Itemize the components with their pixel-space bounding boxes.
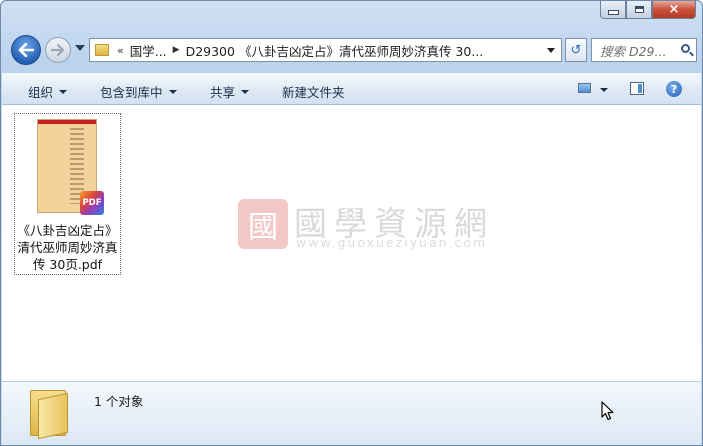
- chevron-down-icon: [241, 89, 250, 94]
- new-folder-button[interactable]: 新建文件夹: [282, 82, 345, 101]
- watermark-url: www.guoxueziyuan.com: [296, 235, 488, 250]
- forward-button[interactable]: [45, 37, 71, 63]
- thumbnail-header-band: [38, 120, 96, 124]
- pdf-icon: PDF: [80, 191, 104, 215]
- minimize-icon: [607, 10, 619, 15]
- address-dropdown[interactable]: [547, 48, 555, 53]
- view-options-dropdown[interactable]: [600, 88, 608, 92]
- organize-label: 组织: [28, 85, 54, 100]
- item-count: 1 个对象: [94, 394, 144, 409]
- details-pane: 1 个对象: [2, 381, 701, 445]
- refresh-icon: ↺: [570, 42, 582, 58]
- back-arrow-icon: [18, 43, 34, 57]
- breadcrumb-item-current[interactable]: D29300 《八卦吉凶定占》清代巫师周妙济真传 30...: [186, 41, 484, 60]
- forward-arrow-icon: [51, 44, 65, 56]
- preview-pane-icon[interactable]: [630, 82, 644, 95]
- file-name[interactable]: 《八卦吉凶定占》清代巫师周妙济真传 30页.pdf: [15, 222, 120, 273]
- breadcrumb-item-guoxue[interactable]: 国学...: [130, 41, 167, 60]
- watermark-seal-icon: 國: [238, 199, 288, 249]
- minimize-button[interactable]: [600, 1, 626, 19]
- search-input[interactable]: 搜索 D29...: [591, 38, 697, 62]
- breadcrumb-separator-icon[interactable]: ▶: [173, 45, 180, 55]
- maximize-icon: [634, 6, 644, 13]
- close-button[interactable]: ×: [652, 1, 696, 19]
- close-icon: ×: [668, 2, 680, 17]
- organize-menu[interactable]: 组织: [28, 82, 68, 101]
- recent-pages-dropdown[interactable]: [75, 45, 85, 51]
- view-icon[interactable]: [578, 83, 591, 93]
- include-library-label: 包含到库中: [100, 85, 163, 100]
- file-item-pdf[interactable]: PDF 《八卦吉凶定占》清代巫师周妙济真传 30页.pdf: [14, 113, 121, 275]
- breadcrumb-overflow[interactable]: «: [117, 44, 124, 57]
- new-folder-label: 新建文件夹: [282, 85, 345, 100]
- include-library-menu[interactable]: 包含到库中: [100, 82, 177, 101]
- caption-buttons: ×: [600, 1, 696, 19]
- command-bar: 组织 包含到库中 共享 新建文件夹 ?: [2, 73, 701, 105]
- back-button[interactable]: [11, 35, 41, 65]
- file-list-area[interactable]: PDF 《八卦吉凶定占》清代巫师周妙济真传 30页.pdf 國 國學資源網 ww…: [2, 105, 701, 381]
- refresh-button[interactable]: ↺: [565, 38, 587, 62]
- share-label: 共享: [210, 85, 236, 100]
- share-menu[interactable]: 共享: [210, 82, 250, 101]
- maximize-button[interactable]: [626, 1, 652, 19]
- folder-icon: [30, 390, 68, 440]
- explorer-window: × « 国学... ▶ D29300 《八卦吉凶定占》清代巫师周妙济真传 30.…: [0, 0, 703, 446]
- pdf-badge-label: PDF: [82, 198, 102, 208]
- help-icon: ?: [670, 82, 678, 96]
- search-placeholder: 搜索 D29...: [600, 43, 667, 59]
- navigation-bar: « 国学... ▶ D29300 《八卦吉凶定占》清代巫师周妙济真传 30...…: [9, 35, 699, 65]
- help-button[interactable]: ?: [666, 81, 682, 97]
- chevron-down-icon: [168, 89, 177, 94]
- folder-icon: [95, 44, 109, 56]
- search-icon[interactable]: [681, 44, 690, 53]
- address-bar[interactable]: « 国学... ▶ D29300 《八卦吉凶定占》清代巫师周妙济真传 30...: [89, 38, 562, 62]
- chevron-down-icon: [59, 89, 68, 94]
